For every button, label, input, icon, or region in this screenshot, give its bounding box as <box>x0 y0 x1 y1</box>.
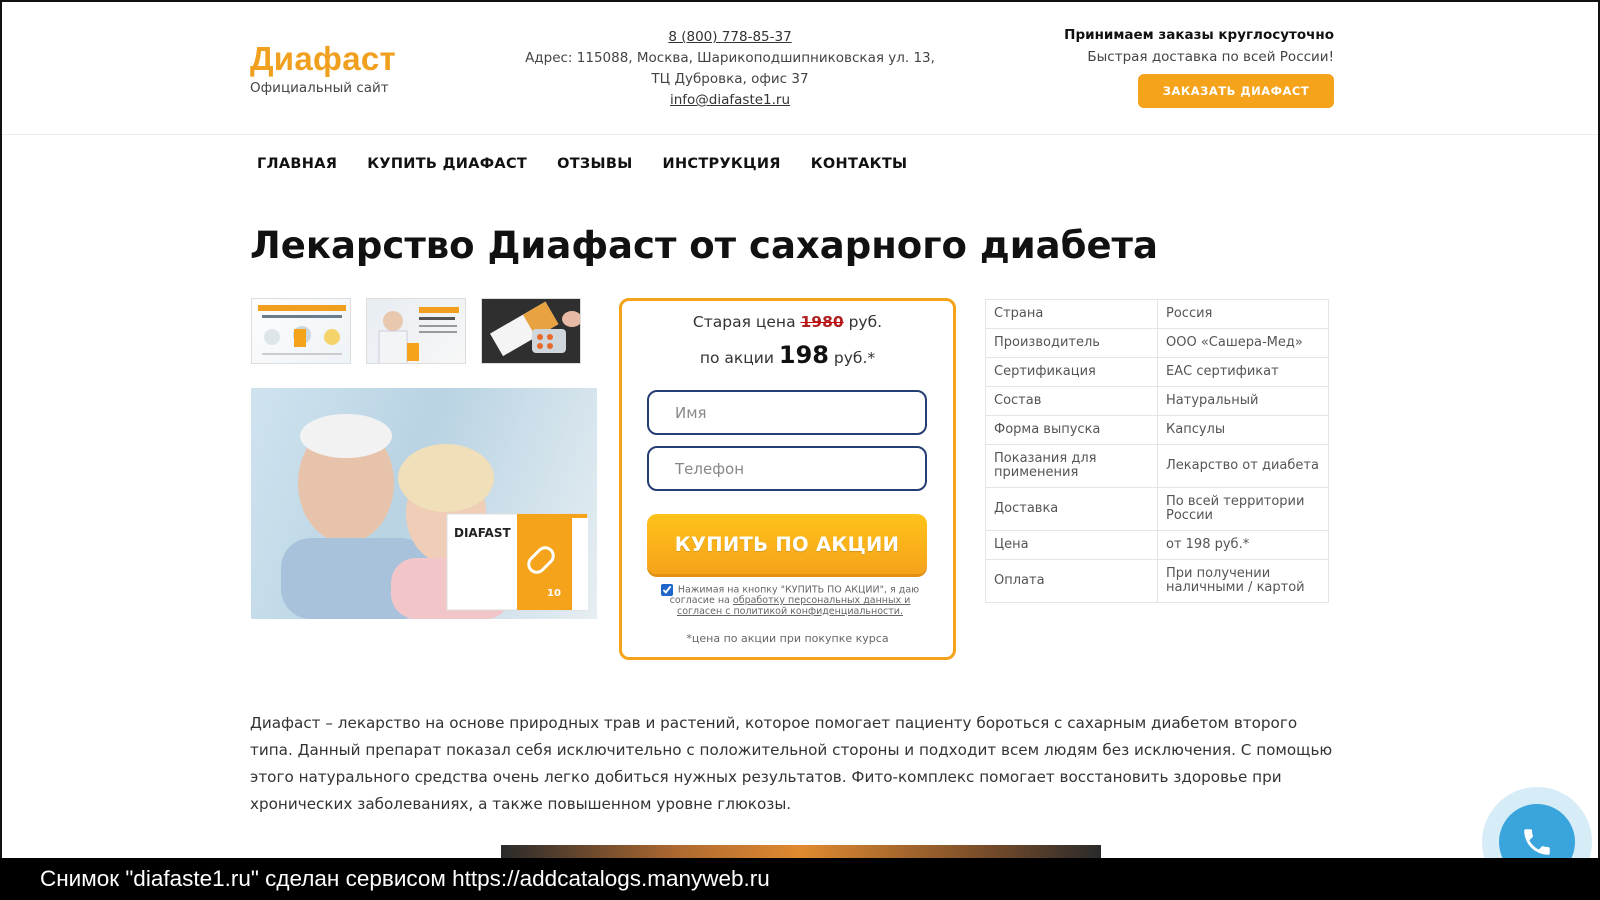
thumbnail-doctor-image <box>378 307 459 363</box>
product-hero-image: DIAFAST 10 <box>251 388 597 619</box>
header-divider <box>2 134 1598 135</box>
spec-label: Доставка <box>985 487 1158 531</box>
order-hours-title: Принимаем заказы круглосуточно <box>1064 27 1334 43</box>
elderly-couple-illustration <box>281 414 588 619</box>
table-row: Сертификация ЕАС сертификат <box>985 357 1329 387</box>
order-info: Принимаем заказы круглосуточно Быстрая д… <box>1054 24 1334 114</box>
video-preview[interactable] <box>501 845 1101 858</box>
thumbnail-3[interactable] <box>481 298 581 364</box>
spec-label: Форма выпуска <box>985 415 1158 445</box>
order-form: Старая цена 1980 руб. по акции 198 руб.*… <box>619 298 956 660</box>
table-row: Страна Россия <box>985 299 1329 329</box>
spec-value: Лекарство от диабета <box>1157 444 1329 488</box>
spec-label: Цена <box>985 530 1158 560</box>
email-link[interactable]: info@diafaste1.ru <box>670 92 790 108</box>
spec-label: Состав <box>985 386 1158 416</box>
spec-value: от 198 руб.* <box>1157 530 1329 560</box>
old-price: Старая цена 1980 руб. <box>622 313 953 331</box>
spec-value: При получении наличными / картой <box>1157 559 1329 603</box>
callback-button[interactable] <box>1482 787 1592 858</box>
thumbnail-infographic-image <box>258 305 346 355</box>
nav-item-contacts[interactable]: КОНТАКТЫ <box>811 156 908 172</box>
spec-value: Натуральный <box>1157 386 1329 416</box>
box-brand-label: DIAFAST <box>454 526 511 540</box>
address-line-1: Адрес: 115088, Москва, Шарикоподшипников… <box>525 50 935 66</box>
phone-link[interactable]: 8 (800) 778-85-37 <box>668 29 791 45</box>
product-description: Диафаст – лекарство на основе природных … <box>250 714 1333 813</box>
old-price-value: 1980 <box>800 313 844 331</box>
screenshot-caption: Снимок "diafaste1.ru" сделан сервисом ht… <box>0 858 1600 900</box>
promo-price: по акции 198 руб.* <box>622 341 953 369</box>
logo-title: Диафаст <box>250 40 396 77</box>
spec-value: ООО «Сашера-Мед» <box>1157 328 1329 358</box>
main-nav: ГЛАВНАЯ КУПИТЬ ДИАФАСТ ОТЗЫВЫ ИНСТРУКЦИЯ… <box>257 156 937 172</box>
page-title: Лекарство Диафаст от сахарного диабета <box>250 224 1158 267</box>
box-count-label: 10 <box>547 588 561 599</box>
promo-price-label: по акции <box>699 349 774 367</box>
name-input[interactable] <box>647 390 927 435</box>
promo-price-value: 198 <box>778 341 829 369</box>
thumbnail-capsules-image <box>482 299 580 363</box>
spec-label: Показания для применения <box>985 444 1158 488</box>
spec-value: Россия <box>1157 299 1329 329</box>
table-row: Показания для применения Лекарство от диа… <box>985 444 1329 488</box>
phone-input[interactable] <box>647 446 927 491</box>
delivery-note: Быстрая доставка по всей России! <box>1087 49 1334 65</box>
consent-block: Нажимая на кнопку "КУПИТЬ ПО АКЦИИ", я д… <box>652 584 928 617</box>
header-contacts: 8 (800) 778-85-37 Адрес: 115088, Москва,… <box>512 27 948 111</box>
spec-label: Страна <box>985 299 1158 329</box>
address-line-2: ТЦ Дубровка, офис 37 <box>651 71 809 87</box>
table-row: Оплата При получении наличными / картой <box>985 559 1329 603</box>
spec-value: Капсулы <box>1157 415 1329 445</box>
spec-value: ЕАС сертификат <box>1157 357 1329 387</box>
phone-icon <box>1524 829 1550 855</box>
nav-item-reviews[interactable]: ОТЗЫВЫ <box>557 156 632 172</box>
promo-price-currency: руб.* <box>833 349 876 367</box>
buy-promo-button[interactable]: КУПИТЬ ПО АКЦИИ <box>647 514 927 574</box>
product-spec-table: Страна Россия Производитель ООО «Сашера-Ме… <box>985 299 1329 603</box>
table-row: Состав Натуральный <box>985 386 1329 416</box>
table-row: Цена от 198 руб.* <box>985 530 1329 560</box>
thumbnail-2[interactable] <box>366 298 466 364</box>
logo-subtitle: Официальный сайт <box>250 80 389 96</box>
old-price-label: Старая цена <box>692 313 796 331</box>
call-button-circle <box>1499 804 1575 858</box>
table-row: Доставка По всей территории России <box>985 487 1329 531</box>
table-row: Форма выпуска Капсулы <box>985 415 1329 445</box>
spec-label: Производитель <box>985 328 1158 358</box>
order-diafast-button[interactable]: ЗАКАЗАТЬ ДИАФАСТ <box>1138 74 1334 108</box>
nav-item-home[interactable]: ГЛАВНАЯ <box>257 156 337 172</box>
logo[interactable]: Диафаст Официальный сайт <box>250 40 396 96</box>
thumbnail-1[interactable] <box>251 298 351 364</box>
nav-item-buy[interactable]: КУПИТЬ ДИАФАСТ <box>367 156 527 172</box>
spec-value: По всей территории России <box>1157 487 1329 531</box>
old-price-currency: руб. <box>848 313 883 331</box>
nav-item-instructions[interactable]: ИНСТРУКЦИЯ <box>663 156 781 172</box>
price-footnote: *цена по акции при покупке курса <box>686 632 889 645</box>
spec-label: Сертификация <box>985 357 1158 387</box>
table-row: Производитель ООО «Сашера-Мед» <box>985 328 1329 358</box>
spec-label: Оплата <box>985 559 1158 603</box>
page-frame: Диафаст Официальный сайт 8 (800) 778-85-… <box>0 0 1600 858</box>
